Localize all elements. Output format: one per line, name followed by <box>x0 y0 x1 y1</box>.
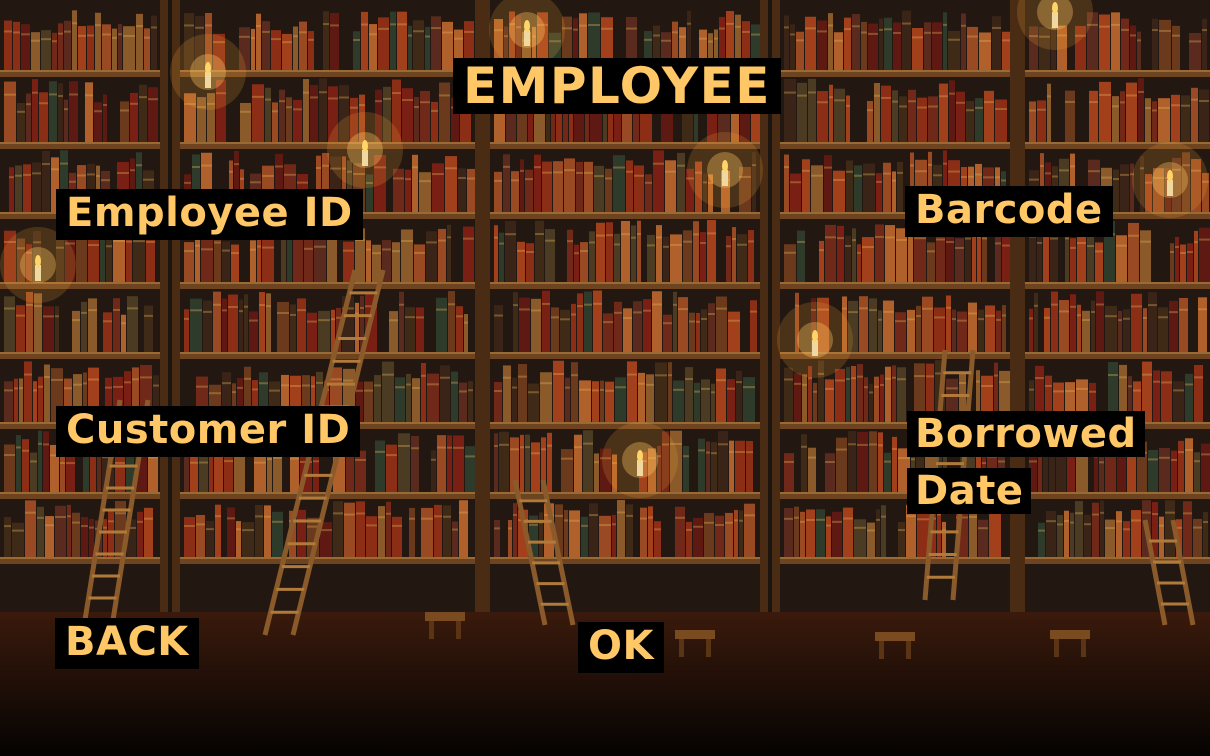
borrowed-date-label-line1: Borrowed <box>907 411 1145 457</box>
ok-button[interactable]: OK <box>578 622 664 673</box>
back-button[interactable]: BACK <box>55 618 199 669</box>
page-title: EMPLOYEE <box>453 58 781 114</box>
customer-id-label: Customer ID <box>56 406 361 457</box>
borrowed-date-label: Borrowed Date <box>905 406 1155 524</box>
employee-id-label: Employee ID <box>56 189 363 240</box>
barcode-label: Barcode <box>905 186 1113 237</box>
borrowed-date-label-line2: Date <box>907 467 1032 514</box>
